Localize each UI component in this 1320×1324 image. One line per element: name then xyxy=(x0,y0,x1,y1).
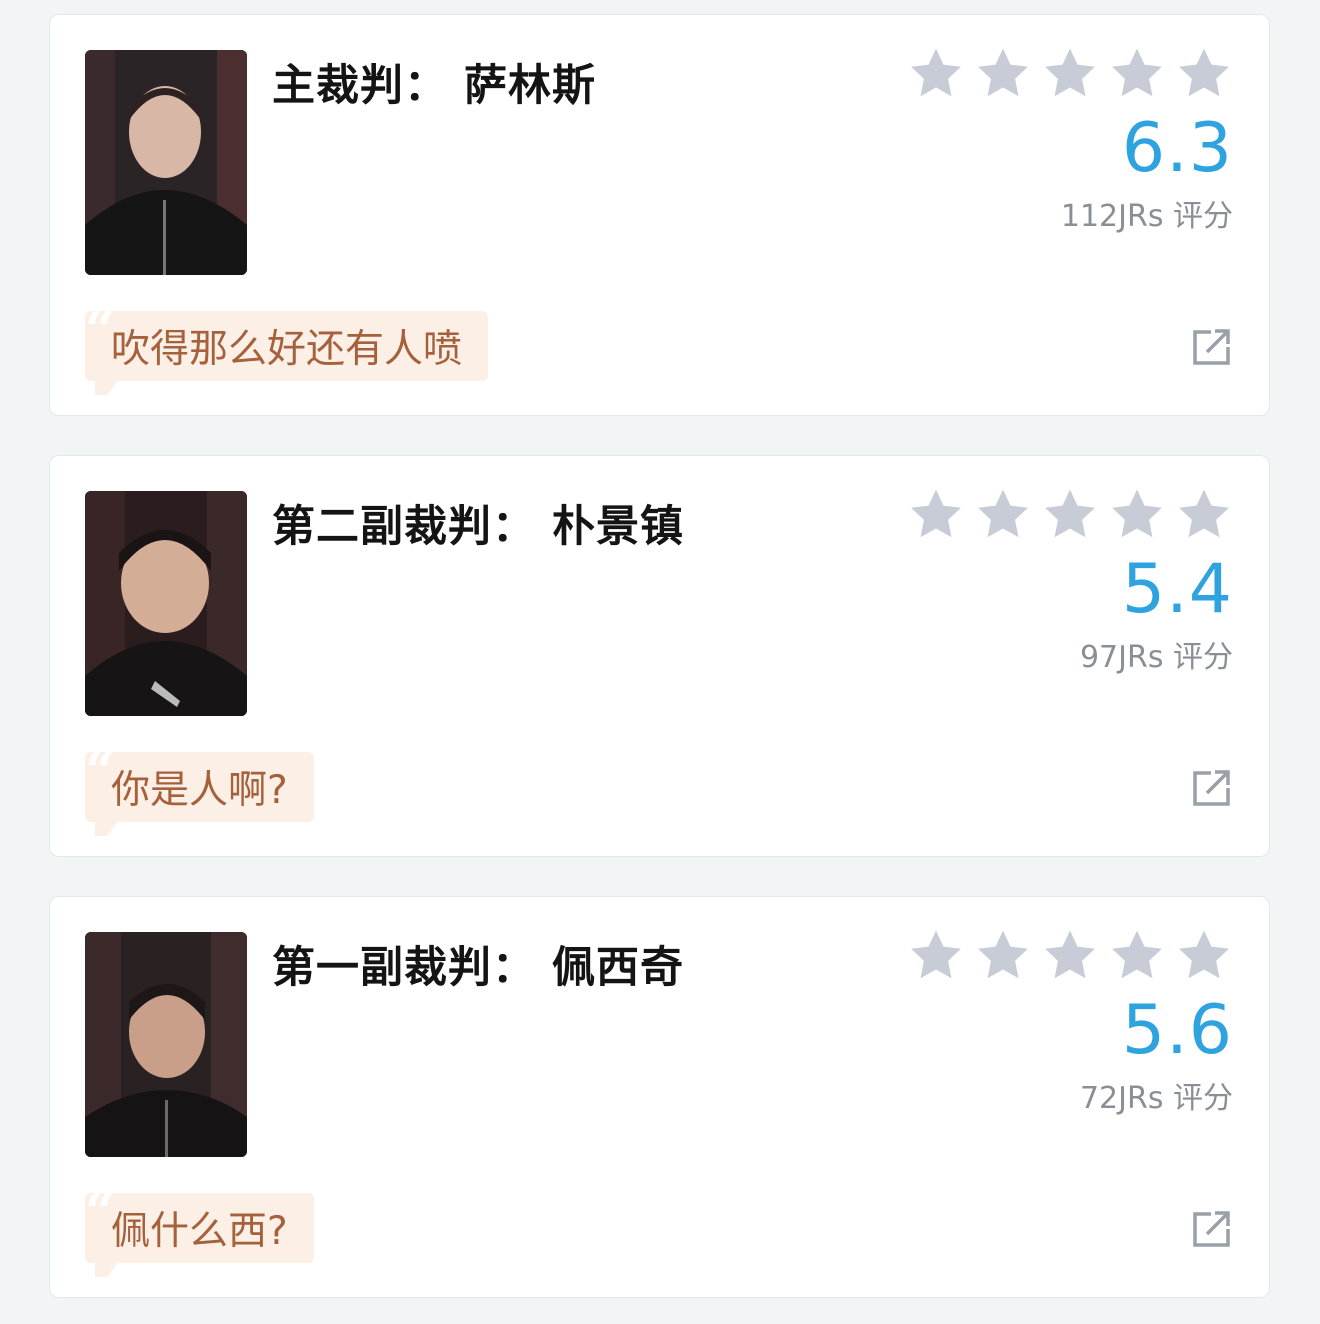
top-comment[interactable]: “ 吹得那么好还有人喷 xyxy=(85,305,489,395)
star-icon[interactable] xyxy=(1175,486,1233,544)
rater-count: 112JRs 评分 xyxy=(1060,199,1233,234)
score-value: 5.6 xyxy=(1121,991,1233,1070)
rater-count: 72JRs 评分 xyxy=(1079,1081,1233,1116)
star-icon[interactable] xyxy=(974,486,1032,544)
share-icon[interactable] xyxy=(1191,1209,1233,1249)
rating-stars[interactable] xyxy=(907,927,1233,985)
star-icon[interactable] xyxy=(1108,927,1166,985)
referee-photo xyxy=(85,491,247,716)
referee-name: 主裁判： 萨林斯 xyxy=(272,61,596,111)
rater-count: 97JRs 评分 xyxy=(1079,640,1233,675)
share-icon[interactable] xyxy=(1191,768,1233,808)
star-icon[interactable] xyxy=(1108,45,1166,103)
speech-bubble-tail xyxy=(95,379,119,395)
referee-name: 第二副裁判： 朴景镇 xyxy=(272,502,684,552)
score-value: 6.3 xyxy=(1121,109,1233,188)
referee-card[interactable]: 第一副裁判： 佩西奇 5.6 72JRs 评分 “ 佩什么西? xyxy=(49,896,1270,1298)
star-icon[interactable] xyxy=(974,927,1032,985)
share-icon[interactable] xyxy=(1191,327,1233,367)
star-icon[interactable] xyxy=(1041,486,1099,544)
star-icon[interactable] xyxy=(1108,486,1166,544)
rating-stars[interactable] xyxy=(907,486,1233,544)
star-icon[interactable] xyxy=(1175,45,1233,103)
star-icon[interactable] xyxy=(907,45,965,103)
rating-stars[interactable] xyxy=(907,45,1233,103)
score-value: 5.4 xyxy=(1121,550,1233,629)
star-icon[interactable] xyxy=(1041,927,1099,985)
referee-card[interactable]: 第二副裁判： 朴景镇 5.4 97JRs 评分 “ 你是人啊? xyxy=(49,455,1270,857)
speech-bubble-tail xyxy=(95,820,119,836)
star-icon[interactable] xyxy=(907,927,965,985)
referee-name: 第一副裁判： 佩西奇 xyxy=(272,943,684,993)
referee-portrait-image xyxy=(85,491,247,716)
referee-photo xyxy=(85,932,247,1157)
top-comment[interactable]: “ 你是人啊? xyxy=(85,746,314,836)
referee-portrait-image xyxy=(85,932,247,1157)
comment-text: 你是人啊? xyxy=(111,768,288,813)
referee-photo xyxy=(85,50,247,275)
referee-portrait-image xyxy=(85,50,247,275)
star-icon[interactable] xyxy=(1041,45,1099,103)
comment-text: 吹得那么好还有人喷 xyxy=(111,327,463,372)
star-icon[interactable] xyxy=(1175,927,1233,985)
comment-text: 佩什么西? xyxy=(111,1209,288,1254)
star-icon[interactable] xyxy=(974,45,1032,103)
speech-bubble-tail xyxy=(95,1261,119,1277)
referee-card[interactable]: 主裁判： 萨林斯 6.3 112JRs 评分 “ 吹得那么好还有人喷 xyxy=(49,14,1270,416)
top-comment[interactable]: “ 佩什么西? xyxy=(85,1187,314,1277)
star-icon[interactable] xyxy=(907,486,965,544)
